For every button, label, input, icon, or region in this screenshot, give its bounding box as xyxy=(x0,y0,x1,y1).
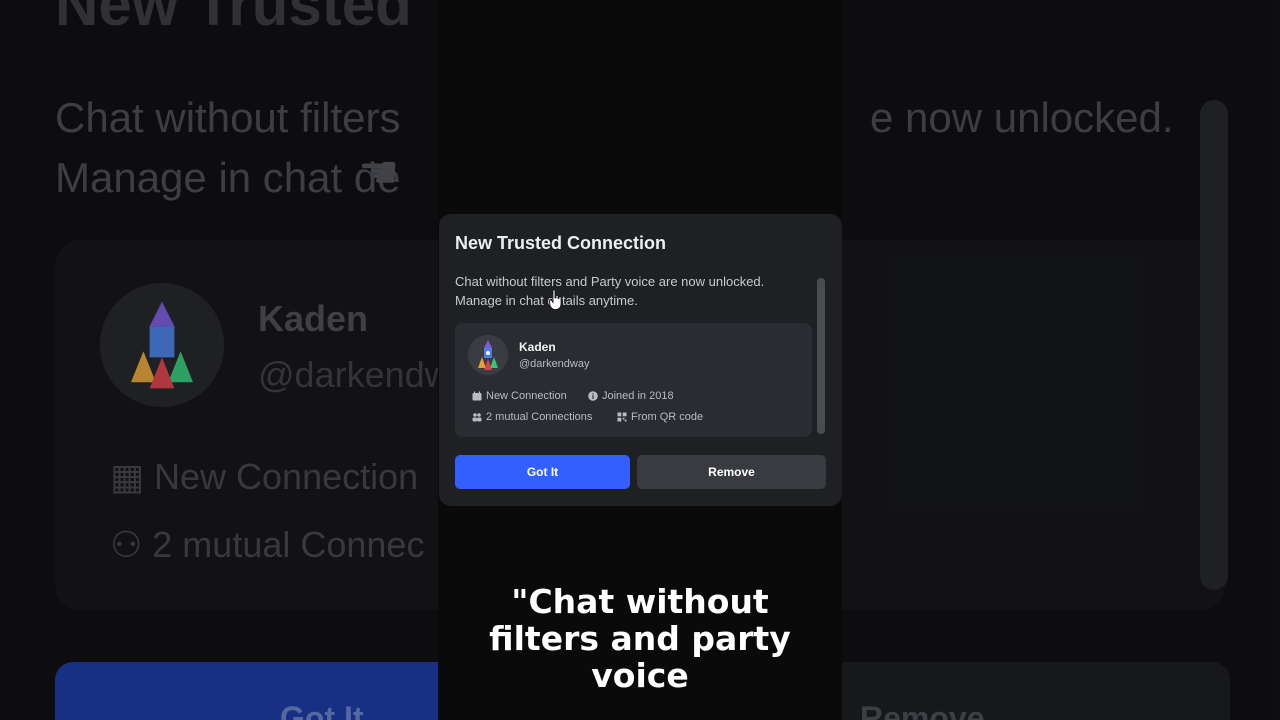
dialog-body-line1: Chat without filters and Party voice are… xyxy=(455,274,765,289)
caption-line3: voice xyxy=(591,656,689,695)
meta-source: From QR code xyxy=(617,411,703,423)
meta-mutual: 2 mutual Connections xyxy=(472,411,592,423)
meta-source-label: From QR code xyxy=(631,411,704,423)
hand-pointer-icon xyxy=(549,289,562,310)
video-frame: New Trusted Chat without filters e now u… xyxy=(0,0,1280,720)
calendar-icon xyxy=(472,391,482,401)
dialog-scrollbar[interactable] xyxy=(817,278,825,434)
caption-line2: filters and party xyxy=(489,619,791,658)
trusted-connection-dialog: New Trusted Connection Chat without filt… xyxy=(439,214,842,506)
user-name: Kaden xyxy=(519,340,556,354)
caption-line1: "Chat without xyxy=(511,582,769,621)
user-card: Kaden @darkendway New Connection Joined … xyxy=(455,323,812,437)
meta-new-connection: New Connection xyxy=(472,390,567,402)
meta-new-connection-label: New Connection xyxy=(486,390,567,402)
avatar[interactable] xyxy=(468,335,508,375)
dialog-title: New Trusted Connection xyxy=(455,233,667,253)
avatar-image xyxy=(468,335,508,375)
got-it-button[interactable]: Got It xyxy=(455,455,630,489)
remove-button[interactable]: Remove xyxy=(637,455,826,489)
dialog-body: Chat without filters and Party voice are… xyxy=(455,272,815,310)
meta-joined-label: Joined in 2018 xyxy=(602,390,674,402)
video-caption: "Chat without filters and party voice xyxy=(438,583,842,694)
info-icon xyxy=(588,391,598,401)
qr-code-icon xyxy=(617,412,627,422)
dialog-body-line2: Manage in chat details anytime. xyxy=(455,293,638,308)
user-handle: @darkendway xyxy=(519,358,590,370)
people-icon xyxy=(472,413,482,422)
meta-mutual-label: 2 mutual Connections xyxy=(486,411,593,423)
meta-joined: Joined in 2018 xyxy=(588,390,674,402)
